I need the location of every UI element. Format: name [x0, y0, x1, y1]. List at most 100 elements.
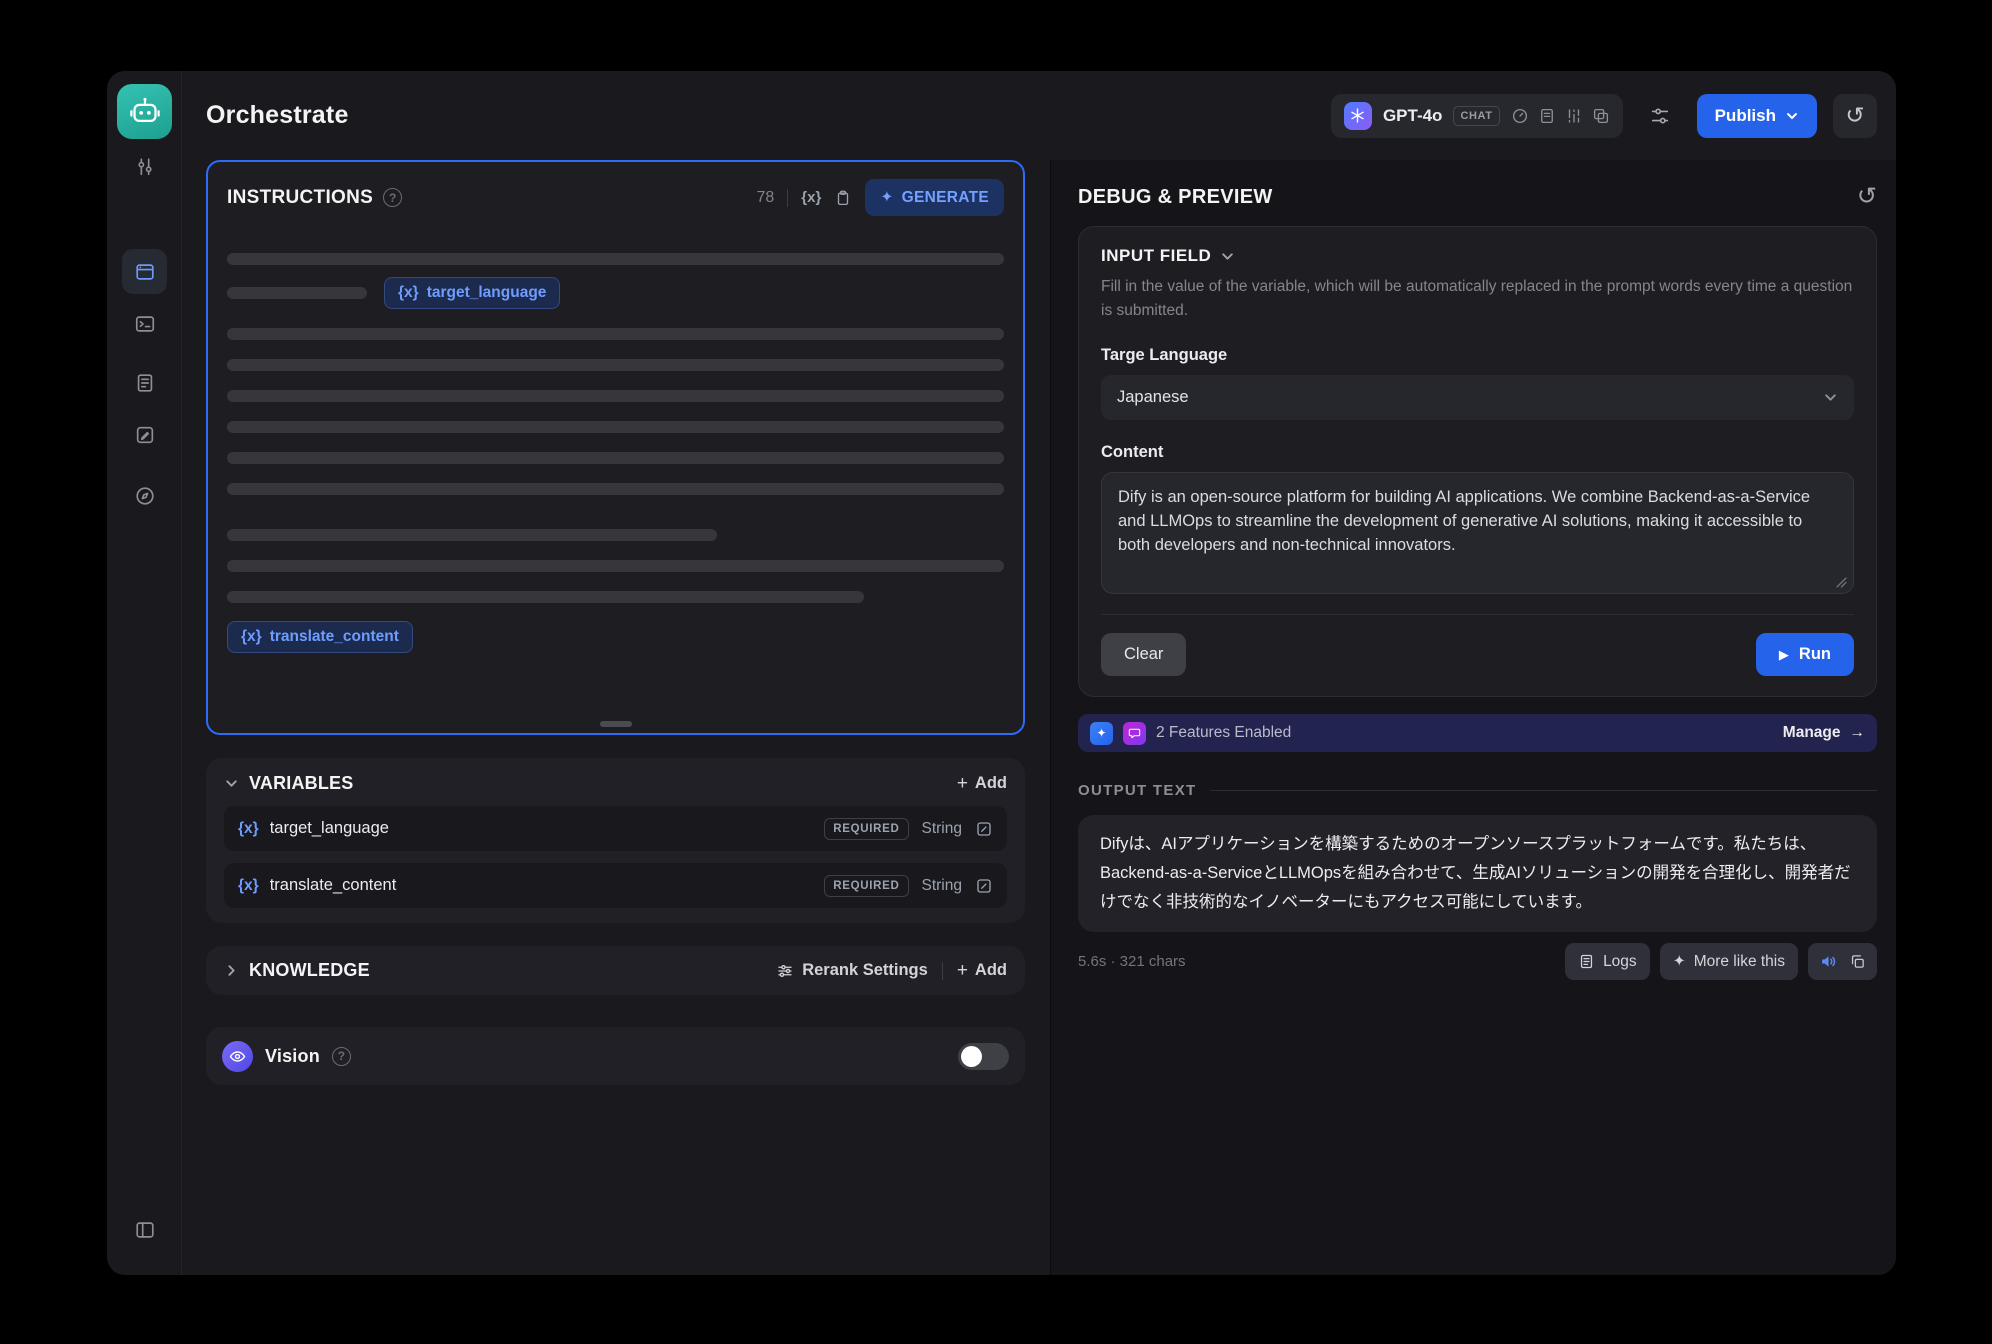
add-knowledge-button[interactable]: + Add	[957, 961, 1007, 980]
skeleton-line	[227, 529, 717, 541]
reset-icon: ↺	[1857, 183, 1877, 210]
target-language-label: Targe Language	[1101, 346, 1854, 365]
app-window: Orchestrate GPT-4o CHAT	[107, 71, 1896, 1275]
variables-header[interactable]: VARIABLES + Add	[224, 773, 1007, 794]
skeleton-line	[227, 421, 1004, 433]
instructions-editor[interactable]: INSTRUCTIONS ? 78 {x}	[206, 160, 1025, 735]
help-icon[interactable]: ?	[332, 1047, 351, 1066]
features-status: 2 Features Enabled	[1156, 724, 1291, 742]
add-variable-button[interactable]: + Add	[957, 774, 1007, 793]
vision-title: Vision	[265, 1046, 320, 1067]
debug-title: DEBUG & PREVIEW	[1078, 186, 1273, 209]
publish-button[interactable]: Publish	[1697, 94, 1817, 138]
skeleton-chip-row: {x} translate_content	[227, 621, 1004, 653]
target-language-select[interactable]: Japanese	[1101, 375, 1854, 420]
skeleton-chip-row: {x} target_language	[227, 277, 1004, 309]
skeleton-line	[227, 591, 864, 603]
sidebar-item-annotations[interactable]	[122, 412, 167, 457]
skeleton-line	[227, 253, 1004, 265]
divider	[942, 962, 943, 980]
edit-variable-icon[interactable]	[975, 877, 993, 895]
features-bar[interactable]: ✦ 2 Features Enabled Manage →	[1078, 714, 1877, 752]
generate-button[interactable]: ✦ GENERATE	[865, 179, 1004, 216]
model-mode-badge: CHAT	[1453, 106, 1499, 126]
reset-button[interactable]: ↺	[1857, 185, 1877, 209]
page-title: Orchestrate	[206, 101, 349, 130]
sidebar-item-monitoring[interactable]	[122, 473, 167, 518]
sidebar	[107, 71, 182, 1275]
model-selector[interactable]: GPT-4o CHAT	[1331, 94, 1623, 138]
output-section-header: OUTPUT TEXT	[1078, 782, 1877, 799]
resize-corner-icon[interactable]	[1836, 577, 1847, 588]
input-field-title: INPUT FIELD	[1101, 246, 1211, 266]
variable-name: translate_content	[270, 876, 397, 895]
sidebar-item-settings[interactable]	[122, 144, 167, 189]
output-title: OUTPUT TEXT	[1078, 782, 1196, 799]
content-label: Content	[1101, 443, 1854, 462]
variable-row-translate-content[interactable]: {x} translate_content REQUIRED String	[224, 863, 1007, 908]
rerank-label: Rerank Settings	[802, 961, 928, 980]
copy-output-button[interactable]	[1849, 953, 1866, 970]
parameters-button[interactable]	[1639, 95, 1681, 137]
vision-toggle[interactable]	[958, 1043, 1009, 1070]
required-badge: REQUIRED	[824, 818, 908, 840]
copy-prompt-button[interactable]	[834, 189, 852, 207]
logs-label: Logs	[1603, 953, 1637, 971]
content-textarea[interactable]: Dify is an open-source platform for buil…	[1101, 472, 1854, 594]
input-field-header[interactable]: INPUT FIELD	[1101, 246, 1854, 266]
variable-type: String	[922, 877, 963, 895]
openai-logo-icon	[1344, 102, 1372, 130]
variable-chip-label: target_language	[427, 284, 547, 302]
logs-button[interactable]: Logs	[1565, 943, 1650, 980]
run-button[interactable]: ▶ Run	[1756, 633, 1854, 676]
skeleton-line	[227, 328, 1004, 340]
sidebar-item-api[interactable]	[122, 301, 167, 346]
rerank-settings-button[interactable]: Rerank Settings	[776, 961, 928, 980]
plus-icon: +	[957, 961, 968, 980]
content-value: Dify is an open-source platform for buil…	[1118, 488, 1810, 554]
sparkle-icon: ✦	[1673, 952, 1686, 971]
clear-label: Clear	[1124, 645, 1163, 664]
content-area: INSTRUCTIONS ? 78 {x}	[182, 160, 1896, 1275]
publish-label: Publish	[1715, 106, 1776, 126]
app-window-icon	[134, 261, 156, 283]
main-area: Orchestrate GPT-4o CHAT	[182, 71, 1896, 1275]
vision-eye-icon	[222, 1041, 253, 1072]
document-icon	[1538, 107, 1556, 125]
instructions-body[interactable]: {x} target_language	[208, 220, 1023, 653]
frames-icon	[1592, 107, 1610, 125]
variable-type: String	[922, 820, 963, 838]
speaker-button[interactable]	[1819, 952, 1838, 971]
resize-drag-handle[interactable]	[600, 721, 632, 727]
insert-variable-icon[interactable]: {x}	[801, 189, 821, 206]
skeleton-line	[227, 390, 1004, 402]
vision-section: Vision ?	[206, 1027, 1025, 1085]
sidebar-collapse-button[interactable]	[122, 1207, 167, 1252]
edit-variable-icon[interactable]	[975, 820, 993, 838]
history-icon: ↺	[1845, 102, 1864, 129]
variable-row-target-language[interactable]: {x} target_language REQUIRED String	[224, 806, 1007, 851]
history-button[interactable]: ↺	[1833, 94, 1877, 138]
more-like-this-button[interactable]: ✦ More like this	[1660, 943, 1798, 980]
variables-section: VARIABLES + Add {x} target_language RE	[206, 758, 1025, 923]
app-avatar[interactable]	[117, 84, 172, 139]
output-card: Difyは、AIアプリケーションを構築するためのオープンソースプラットフォームで…	[1078, 815, 1877, 932]
sidebar-item-orchestrate[interactable]	[122, 249, 167, 294]
knowledge-header[interactable]: KNOWLEDGE Rerank Settings	[224, 960, 1007, 981]
manage-features-button[interactable]: Manage →	[1783, 724, 1865, 742]
variable-chip-translate-content[interactable]: {x} translate_content	[227, 621, 413, 653]
knowledge-title: KNOWLEDGE	[249, 960, 370, 981]
panel-collapse-icon	[134, 1219, 156, 1241]
clear-button[interactable]: Clear	[1101, 633, 1186, 676]
sidebar-item-logs[interactable]	[122, 360, 167, 405]
compass-icon	[134, 485, 156, 507]
variable-icon: {x}	[238, 877, 259, 895]
instructions-actions: 78 {x} ✦ GENERATE	[757, 179, 1005, 216]
help-icon[interactable]: ?	[383, 188, 402, 207]
skeleton-line	[227, 483, 1004, 495]
input-field-description: Fill in the value of the variable, which…	[1101, 275, 1854, 323]
variable-chip-target-language[interactable]: {x} target_language	[384, 277, 560, 309]
chevron-down-icon	[1220, 249, 1235, 264]
chevron-down-icon	[1823, 390, 1838, 405]
equalizer-icon	[1565, 107, 1583, 125]
